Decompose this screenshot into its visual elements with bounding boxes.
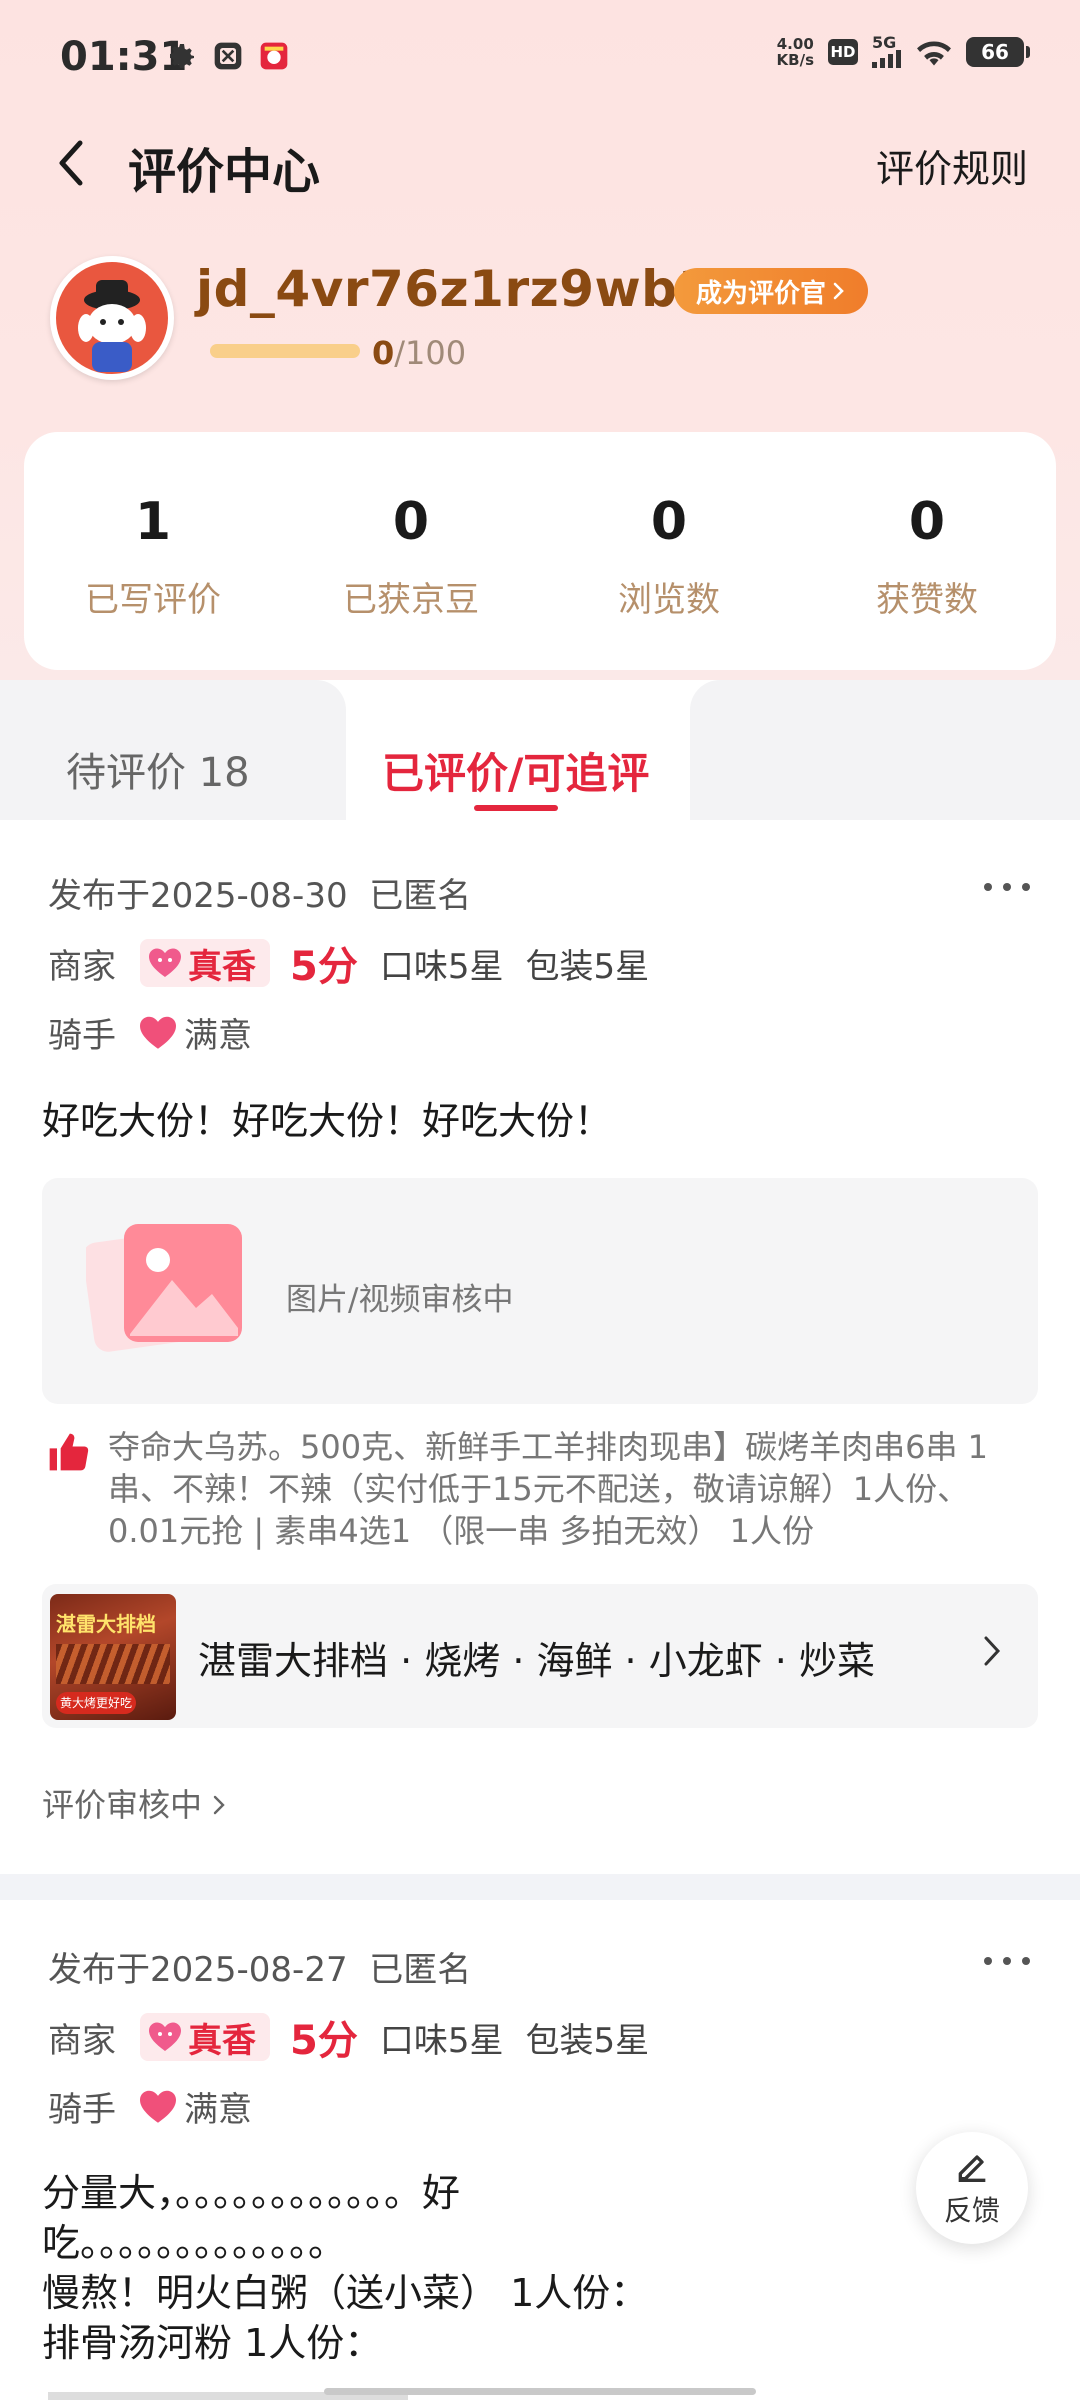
review-content: 分量大，。。。。。。。。。。。。好 吃。。。。。。。。。。。。。 慢熬！明火白粥… — [42, 2171, 649, 2365]
avatar[interactable] — [50, 256, 174, 380]
review-content: 好吃大份！好吃大份！好吃大份！ — [42, 1099, 613, 1143]
more-options-button[interactable] — [984, 1954, 1030, 1968]
chevron-left-icon — [59, 140, 83, 186]
tab-bar-background — [690, 680, 1080, 820]
shop-card[interactable]: 湛雷大排档 黄大烤更好吃 湛雷大排档 · 烧烤 · 海鲜 · 小龙虾 · 炒菜 — [42, 1584, 1038, 1728]
stats-card: 1 已写评价 0 已获京豆 0 浏览数 0 获赞数 — [24, 432, 1056, 670]
signal-icon: 5G — [872, 35, 902, 68]
heart-icon — [140, 1016, 176, 1049]
merchant-rating-row: 商家 真香 5分 口味5星 包装5星 — [48, 2008, 649, 2066]
page-title: 评价中心 — [128, 144, 321, 200]
stat-jd-beans[interactable]: 0 已获京豆 — [282, 432, 540, 670]
app-icon — [214, 42, 242, 70]
media-status-text: 图片/视频审核中 — [286, 1282, 514, 1318]
become-reviewer-button[interactable]: 成为评价官 — [674, 268, 869, 314]
gear-icon — [170, 44, 194, 68]
battery-indicator: 66 — [966, 37, 1030, 67]
audit-status-link[interactable]: 评价审核中 — [42, 1780, 226, 1826]
feedback-button[interactable]: 反馈 — [916, 2132, 1028, 2244]
image-placeholder-icon — [86, 1224, 242, 1352]
rules-link[interactable]: 评价规则 — [876, 138, 1028, 193]
wifi-icon — [917, 41, 951, 66]
media-under-review[interactable]: 图片/视频审核中 — [42, 1178, 1038, 1404]
review-meta: 发布于2025-08-27 已匿名 — [48, 1950, 472, 1990]
merchant-tag: 真香 — [140, 2013, 270, 2061]
net-speed: 4.00 KB/s — [776, 35, 814, 69]
tab-pending[interactable]: 待评价 18 — [0, 680, 346, 820]
chevron-right-icon — [984, 1636, 1001, 1666]
stat-views[interactable]: 0 浏览数 — [540, 432, 798, 670]
edit-icon — [958, 2155, 986, 2182]
rider-rating-row: 骑手 满意 — [48, 2090, 252, 2130]
thumbs-up-icon — [49, 1433, 89, 1471]
shop-name: 湛雷大排档 · 烧烤 · 海鲜 · 小龙虾 · 炒菜 — [198, 1639, 875, 1683]
more-options-button[interactable] — [984, 880, 1030, 894]
merchant-tag: 真香 — [140, 939, 270, 987]
jd-app-icon — [260, 42, 288, 70]
review-tabs: 待评价 18 已评价/可追评 — [0, 680, 1080, 820]
section-divider — [0, 1874, 1080, 1900]
status-bar: 01:31 4.00 KB/s HD 5G 66 — [0, 0, 1080, 116]
active-tab-indicator — [474, 805, 558, 811]
rider-rating-row: 骑手 满意 — [48, 1016, 252, 1056]
stat-likes[interactable]: 0 获赞数 — [798, 432, 1056, 670]
stat-written-reviews[interactable]: 1 已写评价 — [24, 432, 282, 670]
reviewer-progress-bar — [210, 344, 360, 358]
ordered-items: 夺命大乌苏。500克、新鲜手工羊排肉现串】碳烤羊肉串6串 1串、不辣！不辣（实付… — [108, 1428, 988, 1550]
username: jd_4vr76z1rz9wb18 — [196, 260, 749, 318]
heart-icon — [140, 2090, 176, 2123]
back-button[interactable] — [46, 130, 96, 196]
heart-face-icon — [149, 948, 181, 977]
home-indicator[interactable] — [324, 2388, 756, 2395]
hd-badge: HD — [828, 39, 858, 65]
shop-image: 湛雷大排档 黄大烤更好吃 — [50, 1594, 176, 1720]
chevron-right-icon — [833, 282, 844, 300]
merchant-rating-row: 商家 真香 5分 口味5星 包装5星 — [48, 934, 649, 992]
review-meta: 发布于2025-08-30 已匿名 — [48, 876, 472, 916]
chevron-right-icon — [213, 1795, 225, 1815]
tab-reviewed[interactable]: 已评价/可追评 — [346, 680, 690, 820]
heart-face-icon — [149, 2022, 181, 2051]
reviewer-progress-text: 0/100 — [372, 334, 467, 372]
